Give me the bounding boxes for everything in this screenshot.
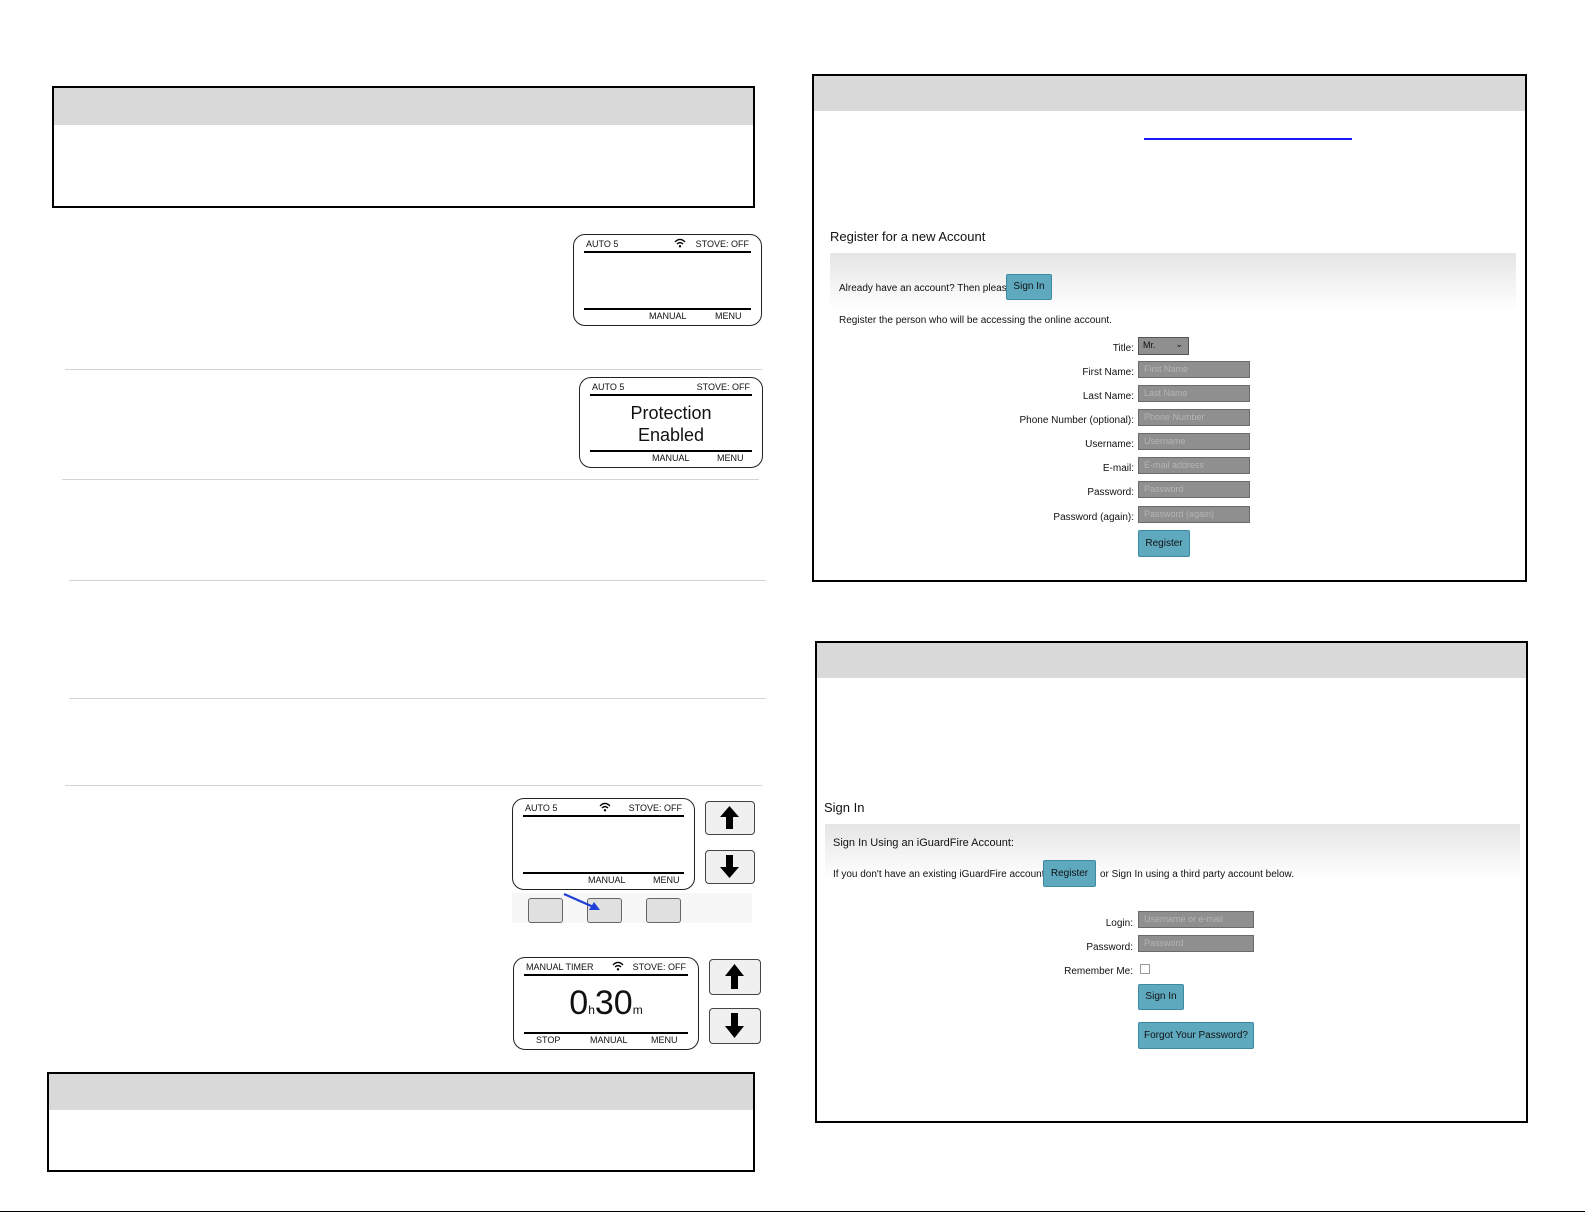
forgot-password-button[interactable]: Forgot Your Password?: [1138, 1022, 1254, 1049]
signin-panel: Sign In Sign In Using an iGuardFire Acco…: [815, 641, 1528, 1123]
device-screen-1: AUTO 5 STOVE: OFF MANUAL MENU: [573, 234, 762, 326]
stove-status: STOVE: OFF: [632, 962, 686, 972]
down-arrow-icon: [725, 1013, 744, 1038]
password-input[interactable]: Password: [1138, 935, 1254, 952]
timer-display: 0h30m: [569, 984, 643, 1022]
down-button[interactable]: [709, 1008, 761, 1044]
mode-label: MANUAL TIMER: [526, 962, 594, 972]
down-arrow-icon: [720, 855, 739, 878]
signin-heading: Sign In: [824, 800, 865, 815]
divider: [65, 785, 762, 786]
device-screen-3: AUTO 5 STOVE: OFF MANUAL MENU: [512, 798, 695, 890]
no-account-text: If you don't have an existing iGuardFire…: [833, 869, 1048, 880]
password-label: Password:: [1086, 942, 1133, 953]
sign-in-button[interactable]: Sign In: [1138, 984, 1184, 1010]
divider: [69, 580, 766, 581]
username-label: Username:: [1085, 439, 1134, 450]
up-button[interactable]: [705, 801, 755, 835]
register-button[interactable]: Register: [1138, 530, 1190, 557]
device-screen-4: MANUAL TIMER STOVE: OFF 0h30m STOP MANUA…: [513, 957, 699, 1050]
mode-label: AUTO 5: [592, 382, 625, 392]
email-label: E-mail:: [1102, 463, 1134, 474]
info-box-top: [52, 86, 755, 208]
signin-subheading: Sign In Using an iGuardFire Account:: [833, 837, 1014, 849]
info-box-bottom: [47, 1072, 755, 1172]
email-input[interactable]: E-mail address: [1138, 457, 1250, 474]
phone-number-label: Phone Number (optional):: [1019, 415, 1134, 426]
wifi-icon: [674, 238, 686, 250]
sign-in-button[interactable]: Sign In: [1006, 274, 1052, 300]
softkey-manual-label: MANUAL: [649, 311, 687, 321]
protection-message: Protection Enabled: [630, 403, 712, 445]
register-panel-header: [814, 76, 1525, 111]
register-button[interactable]: Register: [1043, 860, 1096, 887]
third-party-text: or Sign In using a third party account b…: [1100, 869, 1295, 880]
up-arrow-icon: [720, 806, 739, 829]
softkey-menu-label: MENU: [715, 311, 742, 321]
wifi-icon: [599, 802, 611, 814]
username-input[interactable]: Username: [1138, 433, 1250, 450]
first-name-input[interactable]: First Name: [1138, 361, 1250, 378]
down-button[interactable]: [705, 850, 755, 884]
wifi-icon: [612, 961, 624, 973]
stove-status: STOVE: OFF: [696, 382, 750, 392]
link-underline[interactable]: [1144, 138, 1352, 140]
signin-panel-header: [817, 643, 1526, 678]
page-bottom-border: [0, 1211, 1585, 1212]
device-screen-2: AUTO 5 STOVE: OFF Protection Enabled MAN…: [579, 377, 763, 468]
last-name-label: Last Name:: [1082, 391, 1134, 402]
mode-label: AUTO 5: [586, 239, 619, 249]
softkey-left-button[interactable]: [528, 898, 563, 923]
softkey-manual-label: MANUAL: [652, 453, 690, 463]
phone-number-input[interactable]: Phone Number: [1138, 409, 1250, 426]
register-instruction: Register the person who will be accessin…: [839, 315, 1112, 326]
divider: [69, 698, 766, 699]
up-arrow-icon: [725, 964, 744, 989]
title-label: Title:: [1112, 343, 1134, 354]
softkey-menu-label: MENU: [651, 1035, 678, 1045]
already-account-text: Already have an account? Then please: [839, 283, 1013, 294]
softkey-manual-label: MANUAL: [590, 1035, 628, 1045]
softkey-menu-label: MENU: [717, 453, 744, 463]
softkey-menu-button[interactable]: [646, 898, 681, 923]
remember-me-label: Remember Me:: [1064, 966, 1133, 977]
remember-me-checkbox[interactable]: [1140, 964, 1150, 974]
password-label: Password:: [1087, 487, 1134, 498]
last-name-input[interactable]: Last Name: [1138, 385, 1250, 402]
softkey-menu-label: MENU: [653, 875, 680, 885]
title-select[interactable]: Mr. ⌄: [1138, 337, 1189, 355]
password-again-input[interactable]: Password (again): [1138, 506, 1250, 523]
info-box-header: [49, 1074, 753, 1110]
up-button[interactable]: [709, 959, 761, 995]
password-input[interactable]: Password: [1138, 481, 1250, 498]
pointer-arrow-icon: [563, 892, 600, 911]
chevron-down-icon: ⌄: [1175, 339, 1183, 349]
first-name-label: First Name:: [1082, 367, 1134, 378]
softkey-stop-label: STOP: [536, 1035, 561, 1045]
login-input[interactable]: Username or e-mail: [1138, 911, 1254, 928]
password-again-label: Password (again):: [1053, 512, 1134, 523]
softkey-manual-label: MANUAL: [588, 875, 626, 885]
stove-status: STOVE: OFF: [628, 803, 682, 813]
stove-status: STOVE: OFF: [695, 239, 749, 249]
login-label: Login:: [1105, 918, 1133, 929]
info-box-header: [54, 88, 753, 125]
mode-label: AUTO 5: [525, 803, 558, 813]
divider: [62, 479, 759, 480]
register-panel: Register for a new Account Already have …: [812, 74, 1527, 582]
register-heading: Register for a new Account: [830, 229, 986, 244]
divider: [65, 369, 762, 370]
register-form-header: [830, 253, 1516, 311]
